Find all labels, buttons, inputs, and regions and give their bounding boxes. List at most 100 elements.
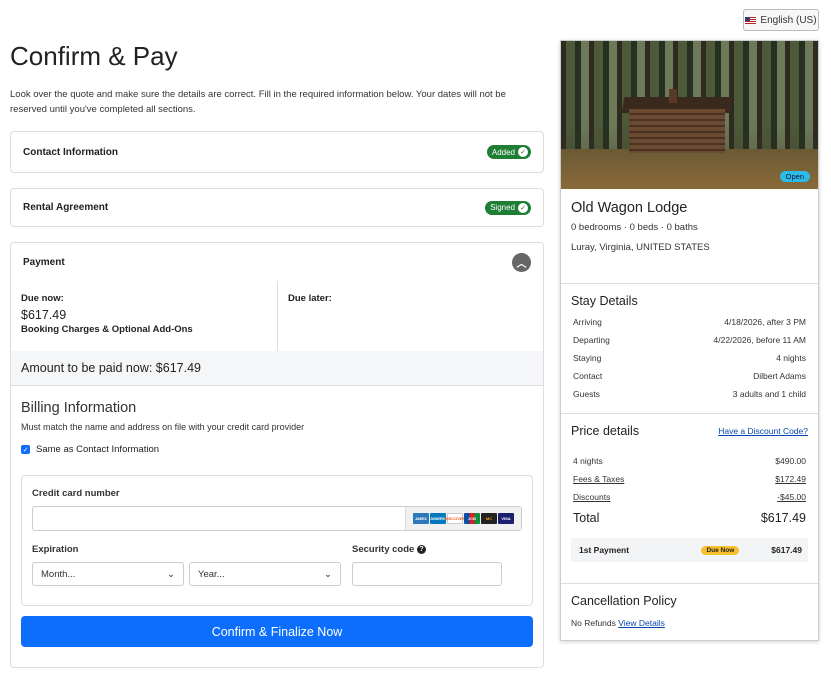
- contact-section-title: Contact Information: [23, 146, 118, 158]
- stay-row-label: Contact: [573, 371, 603, 381]
- stay-row-value: 3 adults and 1 child: [732, 389, 806, 399]
- stay-row-arriving: Arriving 4/18/2026, after 3 PM: [571, 313, 808, 331]
- due-later-label: Due later:: [288, 293, 332, 304]
- cancellation-title: Cancellation Policy: [571, 594, 677, 608]
- visa-icon: VISA: [498, 513, 514, 524]
- price-row-value: -$45.00: [777, 492, 806, 502]
- due-now-column: Due now: $617.49 Booking Charges & Optio…: [11, 281, 277, 351]
- credit-card-number-input[interactable]: AMEX DINERS DISCOVER JCB MC VISA: [32, 506, 522, 531]
- same-as-contact-row[interactable]: ✓ Same as Contact Information: [21, 444, 533, 455]
- due-now-description: Booking Charges & Optional Add-Ons: [21, 324, 193, 335]
- stay-row-label: Arriving: [573, 317, 602, 327]
- booking-summary-sidebar: Open Old Wagon Lodge 0 bedrooms · 0 beds…: [560, 40, 819, 641]
- page-intro: Look over the quote and make sure the de…: [10, 89, 506, 115]
- amex-icon: AMEX: [413, 513, 429, 524]
- first-payment-label: 1st Payment: [579, 545, 630, 555]
- security-code-label: Security code ?: [352, 544, 502, 555]
- amount-to-pay-now: Amount to be paid now: $617.49: [11, 351, 543, 386]
- credit-card-form: Credit card number AMEX DINERS DISCOVER …: [21, 475, 533, 606]
- credit-card-label: Credit card number: [32, 488, 120, 499]
- open-status-badge: Open: [779, 171, 810, 182]
- stay-row-departing: Departing 4/22/2026, before 11 AM: [571, 331, 808, 349]
- price-row-discounts[interactable]: Discounts -$45.00: [571, 488, 808, 506]
- check-icon: ✓: [518, 147, 528, 157]
- security-code-label-text: Security code: [352, 544, 415, 555]
- due-later-column: Due later:: [277, 281, 543, 351]
- photo-ground: [561, 149, 818, 189]
- expiration-label: Expiration: [32, 544, 79, 555]
- same-as-contact-checkbox[interactable]: ✓: [21, 445, 30, 454]
- price-row-value: $490.00: [775, 456, 806, 466]
- first-payment-row: 1st Payment Due Now $617.49: [571, 538, 808, 562]
- chevron-down-icon: ⌄: [324, 568, 332, 580]
- status-badge-added: Added ✓: [486, 145, 531, 159]
- contact-section[interactable]: Contact Information Added ✓: [10, 131, 544, 173]
- stay-row-value: 4/18/2026, after 3 PM: [724, 317, 806, 327]
- billing-subtitle: Must match the name and address on file …: [21, 422, 305, 432]
- first-payment-value: $617.49: [771, 545, 802, 555]
- jcb-icon: JCB: [464, 513, 480, 524]
- total-label: Total: [573, 511, 600, 525]
- page-title: Confirm & Pay: [10, 41, 178, 71]
- security-code-input[interactable]: [352, 562, 502, 586]
- rental-agreement-section[interactable]: Rental Agreement Signed ✓: [10, 188, 544, 227]
- language-selector[interactable]: English (US): [743, 9, 819, 31]
- same-as-contact-label: Same as Contact Information: [36, 444, 160, 455]
- mastercard-icon: MC: [481, 513, 497, 524]
- due-now-badge: Due Now: [701, 545, 740, 555]
- confirm-finalize-button[interactable]: Confirm & Finalize Now: [21, 616, 533, 647]
- stay-row-staying: Staying 4 nights: [571, 349, 808, 367]
- expiration-month-select[interactable]: Month... ⌄: [32, 562, 184, 586]
- property-rooms: 0 bedrooms · 0 beds · 0 baths: [571, 222, 698, 233]
- property-location: Luray, Virginia, UNITED STATES: [571, 242, 710, 253]
- view-details-link[interactable]: View Details: [618, 618, 665, 628]
- property-name: Old Wagon Lodge: [571, 200, 688, 216]
- stay-row-guests: Guests 3 adults and 1 child: [571, 385, 808, 403]
- stay-row-value: Dilbert Adams: [753, 371, 806, 381]
- checkout-main: Confirm & Pay Look over the quote and ma…: [10, 40, 544, 668]
- stay-details: Stay Details Arriving 4/18/2026, after 3 …: [561, 284, 818, 414]
- status-badge-label: Added: [491, 147, 515, 157]
- discount-code-link[interactable]: Have a Discount Code?: [718, 426, 808, 436]
- stay-row-value: 4/22/2026, before 11 AM: [713, 335, 806, 345]
- check-icon: ✓: [518, 202, 528, 213]
- price-row-fees-taxes[interactable]: Fees & Taxes $172.49: [571, 470, 808, 488]
- help-question-icon[interactable]: ?: [416, 544, 426, 554]
- card-brand-logos: AMEX DINERS DISCOVER JCB MC VISA: [405, 507, 521, 530]
- cabin-chimney: [669, 89, 677, 103]
- due-summary: Due now: $617.49 Booking Charges & Optio…: [11, 281, 543, 351]
- payment-section-title: Payment: [23, 256, 65, 268]
- month-select-value: Month...: [41, 568, 76, 580]
- rental-section-title: Rental Agreement: [23, 202, 109, 213]
- price-row-value: $172.49: [775, 474, 806, 484]
- due-now-label: Due now:: [21, 293, 64, 304]
- year-select-value: Year...: [198, 568, 225, 580]
- status-badge-signed: Signed ✓: [485, 200, 531, 215]
- stay-row-contact: Contact Dilbert Adams: [571, 367, 808, 385]
- total-value: $617.49: [760, 511, 806, 525]
- status-badge-label: Signed: [490, 203, 515, 212]
- language-label: English (US): [760, 14, 817, 26]
- us-flag-icon: [745, 16, 757, 24]
- expiration-year-select[interactable]: Year... ⌄: [189, 562, 341, 586]
- stay-details-title: Stay Details: [571, 294, 638, 308]
- stay-row-value: 4 nights: [776, 353, 806, 363]
- billing-title: Billing Information: [21, 400, 137, 416]
- due-now-amount: $617.49: [21, 308, 67, 322]
- price-total: Total $617.49: [571, 506, 808, 530]
- price-row-label: Fees & Taxes: [573, 474, 625, 484]
- billing-information: Billing Information Must match the name …: [11, 386, 543, 465]
- payment-section: Payment ︿ Due now: $617.49 Booking Charg…: [10, 242, 544, 668]
- discover-icon: DISCOVER: [445, 513, 465, 524]
- property-photo: Open: [561, 41, 818, 189]
- price-row-label: 4 nights: [573, 456, 603, 466]
- collapse-chevron-up-icon[interactable]: ︿: [512, 252, 531, 272]
- property-info: Old Wagon Lodge 0 bedrooms · 0 beds · 0 …: [561, 200, 818, 284]
- cancellation-policy: Cancellation Policy No Refunds View Deta…: [561, 584, 818, 628]
- price-row-label: Discounts: [573, 492, 611, 502]
- cabin-image: [629, 109, 725, 153]
- chevron-down-icon: ⌄: [167, 568, 175, 580]
- stay-row-label: Staying: [573, 353, 602, 363]
- stay-row-label: Departing: [573, 335, 610, 345]
- stay-row-label: Guests: [573, 389, 600, 399]
